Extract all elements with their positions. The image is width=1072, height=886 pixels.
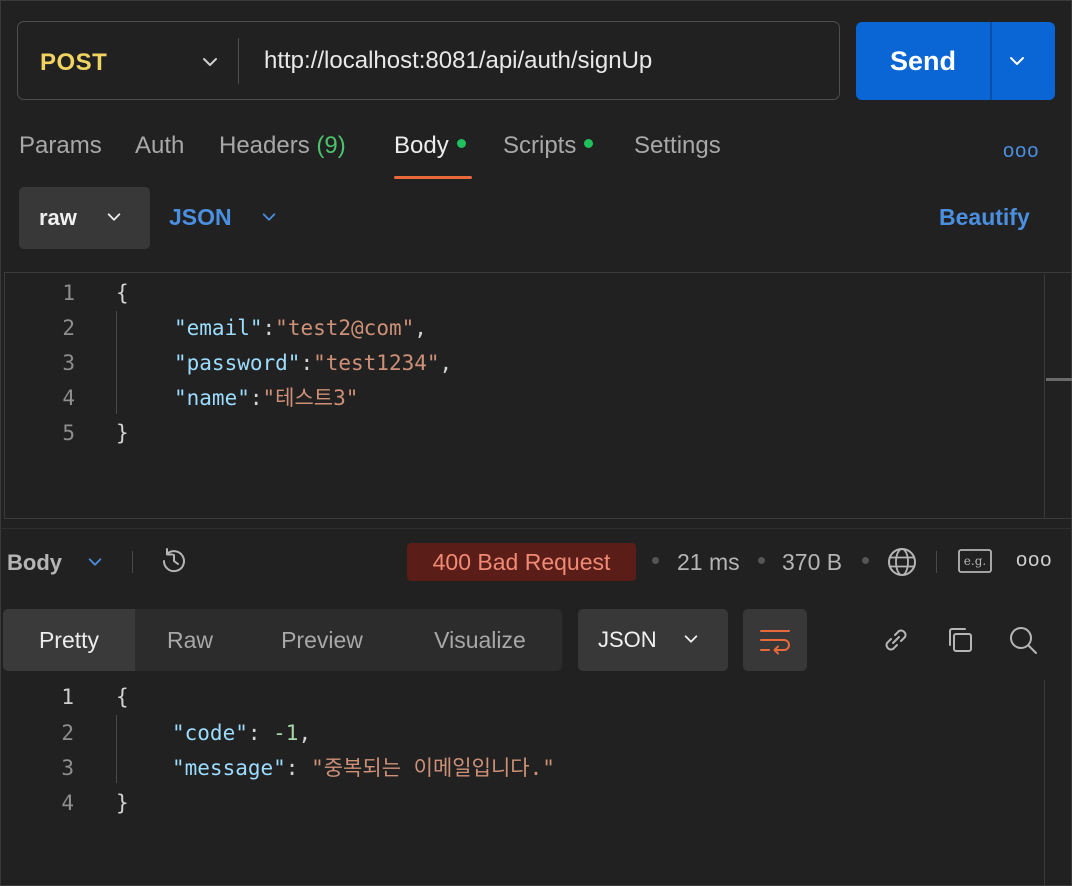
separator-dot	[652, 557, 659, 564]
json-key: "email"	[174, 316, 263, 340]
line-number: 3	[62, 351, 75, 375]
brace-close: }	[116, 421, 129, 445]
brace-open: {	[116, 685, 129, 709]
tab-visualize[interactable]: Visualize	[407, 609, 553, 671]
tab-headers-label: Headers	[219, 132, 310, 159]
separator-dot	[758, 557, 765, 564]
chevron-down-icon[interactable]	[1007, 51, 1027, 71]
brace-open: {	[116, 281, 129, 305]
json-key: "password"	[174, 351, 301, 375]
wrap-lines-icon	[760, 630, 790, 655]
headers-count: (9)	[316, 132, 346, 159]
code-line: "name":"테스트3"	[174, 381, 358, 416]
globe-icon[interactable]	[885, 545, 919, 579]
line-number: 5	[62, 421, 75, 445]
code-line: "code": -1,	[172, 721, 312, 745]
wrap-lines-button[interactable]	[743, 609, 807, 671]
active-tab-indicator	[394, 176, 472, 179]
line-number: 4	[62, 386, 75, 410]
json-value: "테스트3"	[262, 386, 359, 410]
json-value: -1	[273, 721, 299, 745]
body-mode-label: raw	[39, 205, 77, 230]
json-key: "name"	[174, 386, 250, 410]
code-line: "message": "중복되는 이메일입니다."	[172, 756, 555, 780]
copy-icon[interactable]	[942, 622, 978, 658]
brace-close: }	[116, 791, 129, 815]
separator-dot	[862, 557, 869, 564]
response-time: 21 ms	[677, 549, 740, 575]
line-number: 2	[61, 721, 74, 745]
tab-scripts-label: Scripts	[503, 132, 577, 159]
line-number: 4	[61, 791, 74, 815]
more-options-icon[interactable]: ooo	[1016, 549, 1052, 572]
beautify-button[interactable]: Beautify	[939, 204, 1030, 231]
tab-auth[interactable]: Auth	[135, 132, 184, 160]
scrollbar-track	[1044, 680, 1045, 886]
tab-pretty[interactable]: Pretty	[3, 609, 135, 671]
send-button[interactable]: Send	[856, 22, 1055, 100]
more-options-icon[interactable]: ooo	[1003, 140, 1039, 163]
divider	[0, 528, 1072, 529]
json-value: "중복되는 이메일입니다."	[311, 756, 555, 780]
status-badge: 400 Bad Request	[407, 543, 636, 581]
line-number: 2	[62, 316, 75, 340]
status-dot	[584, 139, 594, 149]
tab-headers[interactable]: Headers (9)	[219, 132, 346, 160]
divider	[936, 551, 937, 573]
tab-scripts[interactable]: Scripts	[503, 132, 594, 160]
history-icon[interactable]	[158, 545, 190, 577]
url-input[interactable]: http://localhost:8081/api/auth/signUp	[264, 47, 652, 75]
divider	[990, 22, 992, 100]
json-key: "message"	[172, 756, 286, 780]
response-view-tabs: Pretty Raw Preview Visualize	[3, 609, 562, 671]
indent-guide	[116, 311, 117, 414]
json-comma: ,	[414, 316, 427, 340]
response-format-label: JSON	[598, 627, 657, 652]
divider	[238, 38, 239, 84]
send-button-label[interactable]: Send	[856, 22, 990, 100]
json-comma: ,	[439, 351, 453, 375]
tab-preview[interactable]: Preview	[255, 609, 389, 671]
line-number: 1	[62, 281, 75, 305]
example-label: e.g.	[964, 554, 986, 568]
response-format-select[interactable]: JSON	[578, 609, 728, 671]
status-dot	[456, 139, 466, 149]
json-value: "test2@com"	[275, 316, 415, 340]
link-icon[interactable]	[878, 622, 914, 658]
json-key: "code"	[172, 721, 248, 745]
response-size: 370 B	[782, 549, 843, 575]
code-line: "email":"test2@com",	[174, 311, 427, 346]
tab-settings[interactable]: Settings	[634, 132, 721, 160]
tab-params[interactable]: Params	[19, 132, 102, 160]
chevron-down-icon[interactable]	[86, 553, 104, 571]
tab-body[interactable]: Body	[394, 132, 466, 160]
tab-body-label: Body	[394, 132, 449, 159]
body-language-select[interactable]: JSON	[169, 204, 232, 231]
save-example-icon[interactable]: e.g.	[958, 549, 992, 573]
response-section-label[interactable]: Body	[7, 550, 62, 576]
json-colon: :	[249, 386, 263, 410]
indent-guide	[116, 715, 117, 783]
search-icon[interactable]	[1005, 622, 1041, 658]
request-body-editor[interactable]	[4, 272, 1072, 519]
chevron-down-icon	[684, 635, 698, 643]
body-mode-select[interactable]: raw	[19, 187, 150, 249]
chevron-down-icon[interactable]	[260, 208, 278, 226]
line-number: 3	[61, 756, 74, 780]
json-colon: :	[262, 316, 276, 340]
chevron-down-icon	[107, 213, 121, 221]
request-bar: POST http://localhost:8081/api/auth/sign…	[17, 21, 840, 100]
method-select[interactable]: POST	[40, 49, 107, 77]
line-number: 1	[61, 685, 74, 709]
tab-raw[interactable]: Raw	[135, 609, 245, 671]
divider	[132, 551, 133, 573]
scrollbar-thumb[interactable]	[1046, 378, 1072, 381]
scrollbar-track	[1044, 274, 1045, 518]
chevron-down-icon[interactable]	[200, 52, 220, 72]
json-value: "test1234"	[313, 351, 440, 375]
code-line: "password":"test1234",	[174, 346, 452, 381]
json-colon: :	[300, 351, 314, 375]
